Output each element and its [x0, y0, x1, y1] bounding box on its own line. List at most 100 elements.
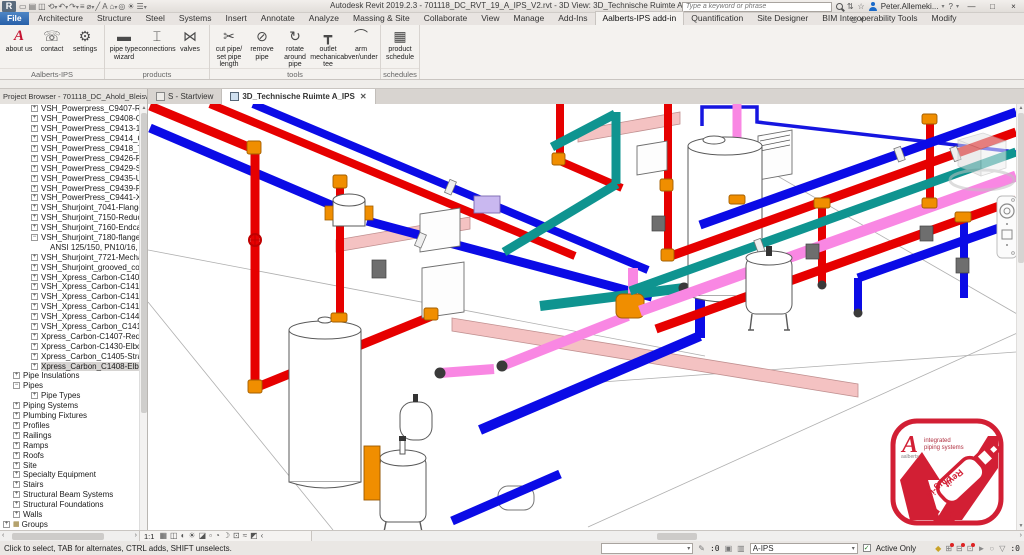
ribbon-tab-add-ins[interactable]: Add-Ins — [551, 12, 594, 25]
expand-icon[interactable]: + — [31, 293, 38, 300]
expand-icon[interactable]: + — [31, 313, 38, 320]
ribbon-tab-file[interactable]: File — [0, 12, 29, 25]
crop-view-icon[interactable]: ▫ — [209, 531, 212, 541]
restore-button[interactable]: □ — [984, 1, 1001, 12]
tree-item[interactable]: +Specialty Equipment — [0, 470, 140, 480]
tree-item[interactable]: +VSH_Shurjoint_7041-Flange adapte — [0, 203, 140, 213]
expand-icon[interactable]: + — [31, 175, 38, 182]
connections-button[interactable]: ⌶connections — [141, 27, 173, 62]
filter-icon[interactable]: ▽ — [999, 544, 1005, 553]
arm-button[interactable]: ⌒armover/under — [345, 27, 377, 62]
rendering-icon[interactable]: ◪ — [199, 531, 207, 541]
collapse-icon[interactable]: − — [13, 382, 20, 389]
tree-item[interactable]: +VSH_Xpress_Carbon-C1411-Elbow_ — [0, 282, 140, 292]
favorites-star-icon[interactable]: ☆ — [858, 2, 865, 11]
tree-item[interactable]: +VSH_PowerPress_C9441-Xpress_co — [0, 193, 140, 203]
tree-item[interactable]: +VSH_Xpress_Carbon-C1414_C1415 — [0, 302, 140, 312]
select-links-icon[interactable]: ⊞ — [945, 544, 952, 553]
ribbon-tab-aalberts-ips-add-in[interactable]: Aalberts-IPS add-in — [595, 11, 685, 25]
ribbon-tab-manage[interactable]: Manage — [507, 12, 552, 25]
active-workset-select[interactable]: A-IPS▾ — [750, 543, 858, 554]
settings-button[interactable]: ⚙settings — [69, 27, 101, 62]
expand-icon[interactable]: + — [13, 412, 20, 419]
rotate-button[interactable]: ↻rotatearound pipe — [279, 27, 311, 62]
tree-item[interactable]: +VSH_PowerPress_C9414_C1415_Te — [0, 134, 140, 144]
cut-pipe-button[interactable]: ✂cut pipe/set pipe length — [213, 27, 245, 62]
hide-isolate-icon[interactable]: ☽ — [223, 531, 230, 541]
worksharing-display-icon[interactable]: ≈ — [243, 531, 247, 541]
tree-item[interactable]: +Structural Beam Systems — [0, 490, 140, 500]
expand-icon[interactable]: + — [31, 165, 38, 172]
ribbon-tab-bim-interoperability-tools[interactable]: BIM Interoperability Tools — [815, 12, 924, 25]
ribbon-tab-structure[interactable]: Structure — [90, 12, 139, 25]
expand-icon[interactable]: + — [13, 452, 20, 459]
open-icon[interactable]: ▤ — [28, 2, 38, 11]
ribbon-tab-massing-site[interactable]: Massing & Site — [346, 12, 417, 25]
tree-item[interactable]: +VSH_PowerPress_C9413-12-45_Elb — [0, 124, 140, 134]
ribbon-tab-view[interactable]: View — [474, 12, 506, 25]
detail-level-icon[interactable]: ▦ — [159, 531, 167, 541]
ribbon-tab-site-designer[interactable]: Site Designer — [750, 12, 815, 25]
expand-icon[interactable]: + — [13, 491, 20, 498]
scroll-right-icon[interactable]: › — [135, 531, 137, 541]
ribbon-tab-steel[interactable]: Steel — [139, 12, 172, 25]
expand-icon[interactable]: + — [31, 224, 38, 231]
tree-item[interactable]: −Pipes — [0, 381, 140, 391]
crop-region-icon[interactable]: ◔ — [215, 531, 220, 541]
expand-icon[interactable]: + — [31, 204, 38, 211]
help-icon[interactable]: ? — [949, 2, 953, 11]
expand-icon[interactable]: + — [31, 185, 38, 192]
tree-item[interactable]: +VSH_Xpress_Carbon_C1413-Elbow_ — [0, 322, 140, 332]
dropdown-caret-icon[interactable]: ▾ — [144, 5, 147, 11]
save-icon[interactable]: ◫ — [37, 2, 47, 11]
print-icon[interactable]: ≡ — [79, 2, 86, 11]
scroll-up-icon[interactable]: ▲ — [1017, 104, 1024, 112]
expand-icon[interactable]: + — [31, 115, 38, 122]
scrollbar-thumb[interactable] — [1018, 113, 1024, 263]
project-browser-vertical-scrollbar[interactable]: ▲ — [139, 104, 147, 530]
tree-item[interactable]: +Pipe Types — [0, 391, 140, 401]
tree-item[interactable]: +Xpress_Carbon-C1407-Reducer — [0, 331, 140, 341]
pipe-type-button[interactable]: ▬pipe typewizard — [108, 27, 140, 62]
tree-item[interactable]: +Structural Foundations — [0, 500, 140, 510]
expand-icon[interactable]: + — [31, 105, 38, 112]
3d-viewport-canvas[interactable] — [148, 104, 1016, 530]
tree-item[interactable]: +Ramps — [0, 440, 140, 450]
navigation-bar[interactable] — [997, 196, 1016, 258]
search-input[interactable] — [682, 2, 832, 12]
outlet-button[interactable]: ┳outletmechanical tee — [312, 27, 344, 62]
tree-item[interactable]: +Xpress_Carbon_C1405-Straight_Cor — [0, 351, 140, 361]
signed-in-user[interactable]: Peter.Allemeki... — [881, 2, 939, 11]
expand-icon[interactable]: + — [31, 135, 38, 142]
view-tab-3d-technische-ruimte-a-ips[interactable]: 3D_Technische Ruimte A_IPS✕ — [222, 89, 375, 104]
project-browser-header[interactable]: Project Browser - 701118_DC_Ahold_Bleisw… — [0, 89, 148, 104]
sun-path-icon[interactable]: ◐ — [181, 531, 186, 541]
expand-icon[interactable]: + — [31, 125, 38, 132]
tree-item[interactable]: +VSH_PowerPress_C9435-Union-Pxf — [0, 173, 140, 183]
constraints-icon[interactable]: ‹ — [261, 531, 264, 541]
drag-on-selection-icon[interactable]: ○ — [989, 544, 994, 553]
ribbon-tab-analyze[interactable]: Analyze — [302, 12, 346, 25]
collapse-icon[interactable]: − — [31, 234, 38, 241]
text-icon[interactable]: A — [101, 2, 108, 11]
tree-item[interactable]: ANSI 125/150, PN10/16, BS-10 — [0, 242, 140, 252]
help-caret-icon[interactable]: ▾ — [956, 3, 959, 10]
tree-item[interactable]: +VSH_Xpress_Carbon-C1412-Elbow_ — [0, 292, 140, 302]
expand-icon[interactable]: + — [31, 274, 38, 281]
design-options-select[interactable]: ▾ — [601, 543, 693, 554]
tree-item[interactable]: +VSH_Shurjoint_7160-Endcap — [0, 223, 140, 233]
tree-item[interactable]: +Site — [0, 460, 140, 470]
expand-icon[interactable]: + — [31, 283, 38, 290]
tree-item[interactable]: +VSH_Shurjoint_7150-Reducer — [0, 213, 140, 223]
select-pinned-icon[interactable]: ⊡ — [967, 544, 974, 553]
tree-item[interactable]: +VSH_PowerPress_C9439-Reduced_ — [0, 183, 140, 193]
editable-only-icon[interactable]: ▥ — [737, 544, 745, 553]
expand-icon[interactable]: + — [31, 303, 38, 310]
scrollbar-thumb[interactable] — [12, 533, 104, 540]
about-us-button[interactable]: Aabout us — [3, 27, 35, 62]
scrollbar-thumb[interactable] — [657, 533, 697, 540]
worksharing-icon[interactable]: ◆ — [935, 544, 941, 553]
viewport-vertical-scrollbar[interactable]: ▲ ▼ — [1016, 104, 1024, 530]
expand-icon[interactable]: + — [13, 402, 20, 409]
tree-item[interactable]: +Xpress_Carbon-C1430-Elbow-PxR_ — [0, 341, 140, 351]
